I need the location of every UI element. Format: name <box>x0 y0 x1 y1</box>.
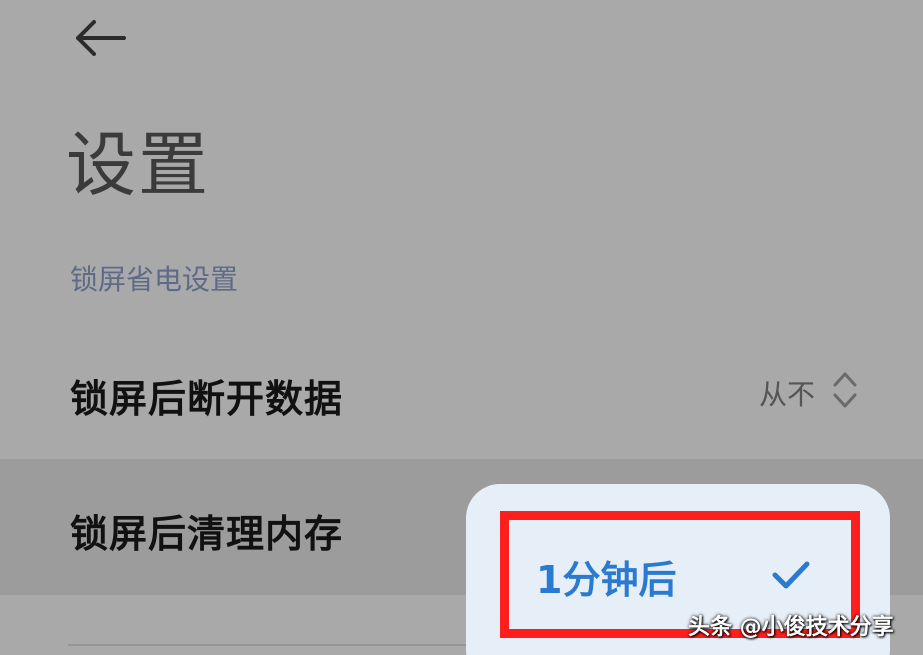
section-header: 锁屏省电设置 <box>70 263 239 296</box>
screen: { "header": { "back_icon": "arrow-left-i… <box>0 0 923 655</box>
chevron-up-down-icon <box>833 372 857 408</box>
back-button[interactable] <box>68 14 132 62</box>
setting-value: 从不 <box>758 378 815 411</box>
setting-row-disconnect-data[interactable]: 锁屏后断开数据 从不 <box>0 326 923 458</box>
setting-label: 锁屏后清理内存 <box>70 512 344 556</box>
watermark: 头条 @小俊技术分享 <box>688 615 894 640</box>
divider <box>68 644 468 646</box>
page-title: 设置 <box>66 124 210 206</box>
setting-label: 锁屏后断开数据 <box>70 377 344 421</box>
arrow-left-icon <box>76 20 126 56</box>
